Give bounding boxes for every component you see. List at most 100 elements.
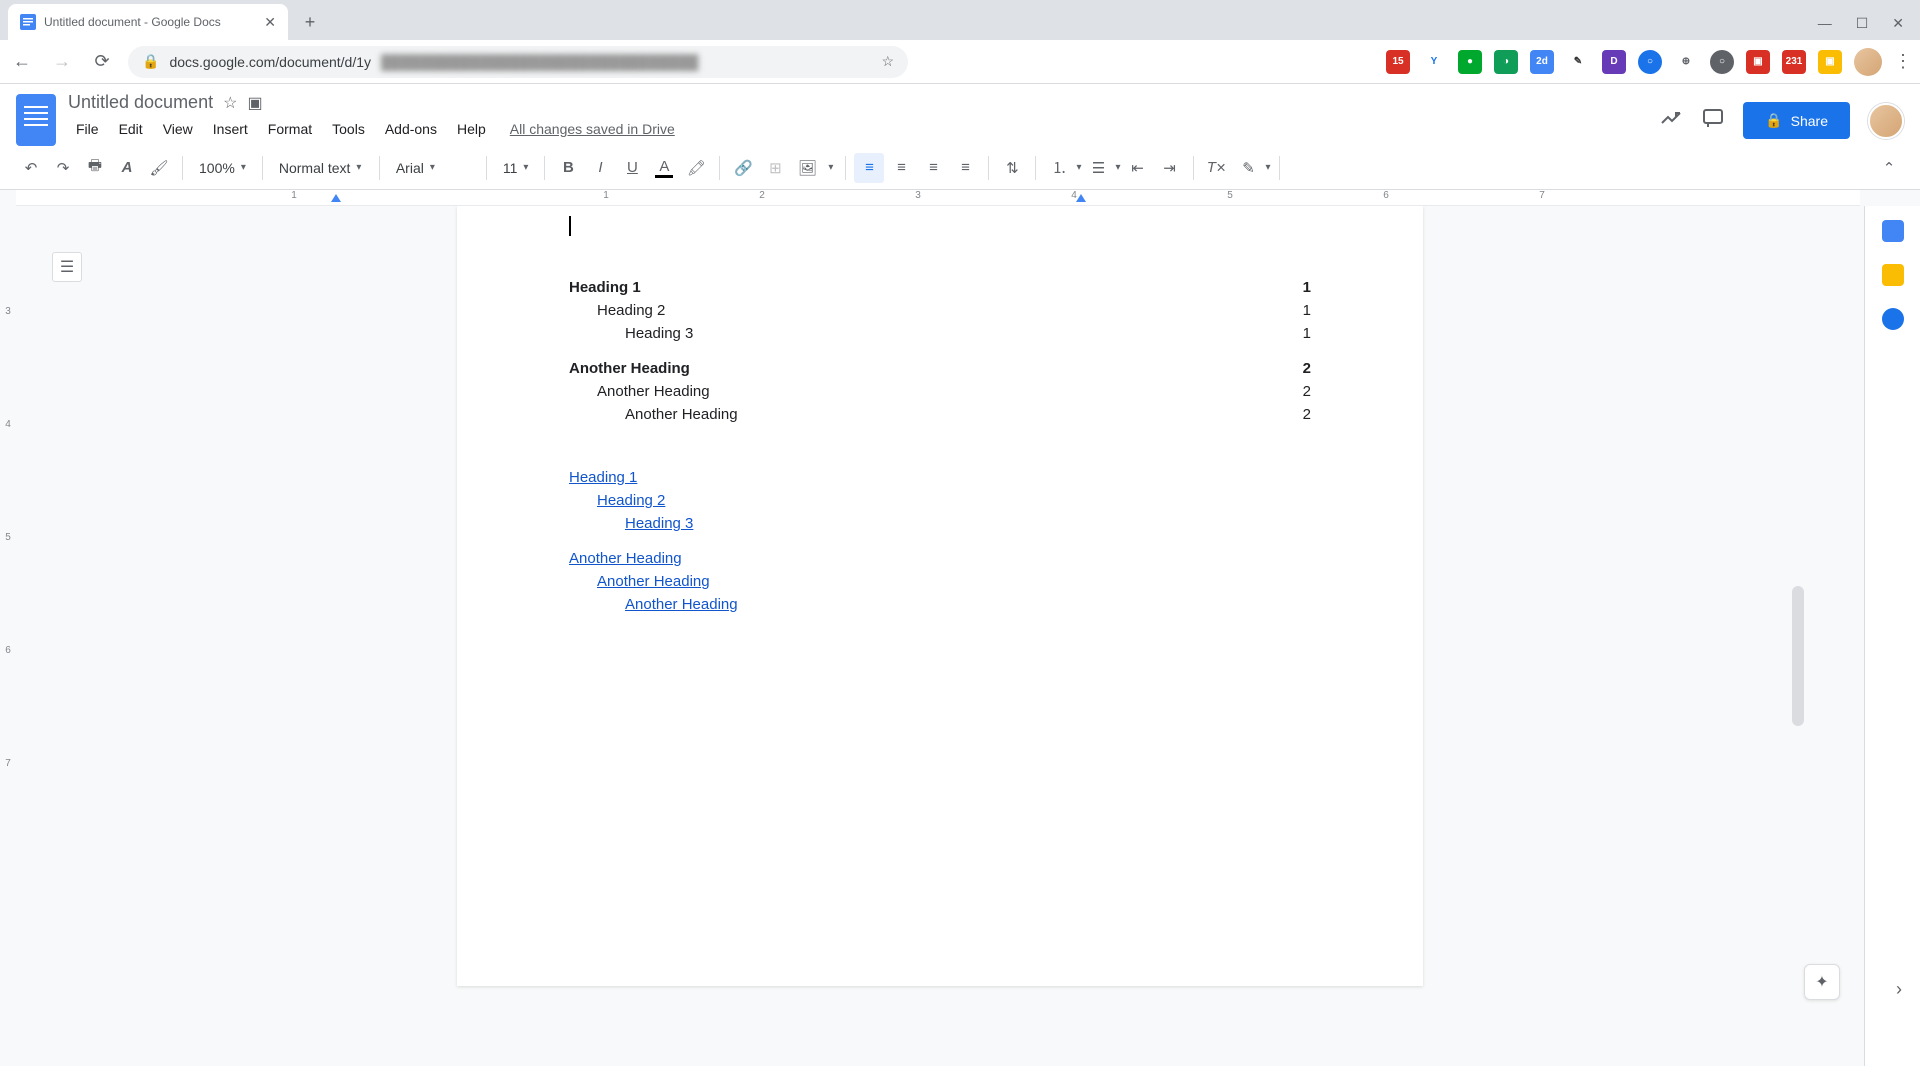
chrome-menu-icon[interactable]: ⋮ [1894,51,1912,72]
browser-tab[interactable]: Untitled document - Google Docs ✕ [8,4,288,40]
paint-format-icon[interactable]: 🖌 [144,153,174,183]
align-left-icon[interactable]: ≡ [854,153,884,183]
clear-format-icon[interactable]: T✕ [1202,153,1232,183]
bold-icon[interactable]: B [553,153,583,183]
decrease-indent-icon[interactable]: ⇤ [1123,153,1153,183]
docs-logo-icon[interactable] [16,94,56,146]
chevron-down-icon[interactable]: ▾ [1266,162,1271,173]
menu-format[interactable]: Format [260,117,320,141]
menu-addons[interactable]: Add-ons [377,117,445,141]
line-spacing-icon[interactable]: ⇅ [997,153,1027,183]
extension-icon[interactable]: Y [1422,50,1446,74]
underline-icon[interactable]: U [617,153,647,183]
reload-icon[interactable]: ⟳ [88,51,116,72]
menu-help[interactable]: Help [449,117,494,141]
move-icon[interactable]: ▣ [247,93,262,113]
account-avatar[interactable] [1868,103,1904,139]
bookmark-star-icon[interactable]: ☆ [881,53,894,70]
indent-marker-left[interactable] [331,194,341,202]
back-icon[interactable]: ← [8,51,36,72]
menu-tools[interactable]: Tools [324,117,373,141]
side-panel-expand-icon[interactable]: › [1896,979,1902,1000]
scrollbar[interactable] [1792,586,1804,726]
collapse-toolbar-icon[interactable]: ⌃ [1874,153,1904,183]
save-status[interactable]: All changes saved in Drive [510,121,675,137]
chrome-profile-avatar[interactable] [1854,48,1882,76]
extension-icon[interactable]: 231 [1782,50,1806,74]
align-center-icon[interactable]: ≡ [886,153,916,183]
menu-view[interactable]: View [155,117,201,141]
toc-link-row: Heading 1 [569,466,1311,489]
url-bar[interactable]: 🔒 docs.google.com/document/d/1y ████████… [128,46,908,78]
style-dropdown[interactable]: Normal text▾ [271,153,371,183]
numbered-list-icon[interactable]: ⒈ [1044,153,1074,183]
maximize-icon[interactable]: ☐ [1856,15,1869,32]
extension-icon[interactable]: ○ [1710,50,1734,74]
extension-icon[interactable]: ▣ [1746,50,1770,74]
calendar-icon[interactable] [1882,220,1904,242]
extension-icon[interactable]: ● [1458,50,1482,74]
vertical-ruler[interactable]: 3 4 5 6 7 [0,206,16,1066]
horizontal-ruler[interactable]: 1 1 2 3 4 5 6 7 [16,190,1860,206]
explore-button[interactable]: ✦ [1804,964,1840,1000]
increase-indent-icon[interactable]: ⇥ [1155,153,1185,183]
keep-icon[interactable] [1882,264,1904,286]
add-comment-icon[interactable]: ⊞ [760,153,790,183]
outline-toggle-icon[interactable]: ☰ [52,252,82,282]
url-text: docs.google.com/document/d/1y [169,54,371,70]
comments-icon[interactable] [1701,106,1725,135]
new-tab-button[interactable]: + [296,8,324,36]
toc-row: Another Heading2 [569,380,1311,403]
close-window-icon[interactable]: ✕ [1892,15,1904,32]
extension-icon[interactable]: ⊕ [1674,50,1698,74]
toc-numbered: Heading 11 Heading 21 Heading 31 Another… [569,276,1311,426]
chevron-down-icon[interactable]: ▾ [1076,162,1081,173]
highlight-icon[interactable]: 🖍 [681,153,711,183]
page[interactable]: Heading 11 Heading 21 Heading 31 Another… [457,206,1423,986]
extension-icon[interactable]: 15 [1386,50,1410,74]
extension-icon[interactable]: D [1602,50,1626,74]
image-icon[interactable]: 🖼 [792,153,822,183]
toolbar: ↶ ↷ 🖶 A 🖌 100%▾ Normal text▾ Arial▾ 11▾ … [0,146,1920,190]
align-justify-icon[interactable]: ≡ [950,153,980,183]
print-icon[interactable]: 🖶 [80,153,110,183]
star-icon[interactable]: ☆ [223,93,237,113]
tab-close-icon[interactable]: ✕ [264,14,276,31]
size-dropdown[interactable]: 11▾ [495,153,537,183]
tasks-icon[interactable] [1882,308,1904,330]
share-label: Share [1791,113,1828,129]
align-right-icon[interactable]: ≡ [918,153,948,183]
menu-file[interactable]: File [68,117,107,141]
editing-mode-icon[interactable]: ✎ [1234,153,1264,183]
minimize-icon[interactable]: — [1818,15,1832,32]
toc-link-row: Heading 2 [569,489,1311,512]
extension-icon[interactable]: ◑ [1494,50,1518,74]
browser-nav-bar: ← → ⟳ 🔒 docs.google.com/document/d/1y ██… [0,40,1920,84]
share-button[interactable]: 🔒 Share [1743,102,1850,139]
chevron-down-icon[interactable]: ▾ [824,162,837,173]
redo-icon[interactable]: ↷ [48,153,78,183]
extension-icon[interactable]: ○ [1638,50,1662,74]
indent-marker-right[interactable] [1076,194,1086,202]
bulleted-list-icon[interactable]: ☰ [1083,153,1113,183]
spellcheck-icon[interactable]: A [112,153,142,183]
link-icon[interactable]: 🔗 [728,153,758,183]
toc-row: Heading 21 [569,299,1311,322]
undo-icon[interactable]: ↶ [16,153,46,183]
italic-icon[interactable]: I [585,153,615,183]
side-panel [1864,206,1920,1066]
extension-icon[interactable]: ▣ [1818,50,1842,74]
extension-icon[interactable]: ✎ [1566,50,1590,74]
forward-icon[interactable]: → [48,51,76,72]
toc-link-row: Another Heading [569,547,1311,570]
text-color-icon[interactable]: A [649,153,679,183]
document-canvas[interactable]: ☰ Heading 11 Heading 21 Heading 31 Anoth… [16,206,1864,1066]
chevron-down-icon[interactable]: ▾ [1115,162,1120,173]
document-title[interactable]: Untitled document [68,92,213,113]
zoom-dropdown[interactable]: 100%▾ [191,153,254,183]
font-dropdown[interactable]: Arial▾ [388,153,478,183]
menu-insert[interactable]: Insert [205,117,256,141]
extension-icon[interactable]: 2d [1530,50,1554,74]
activity-icon[interactable] [1659,106,1683,135]
menu-edit[interactable]: Edit [111,117,151,141]
